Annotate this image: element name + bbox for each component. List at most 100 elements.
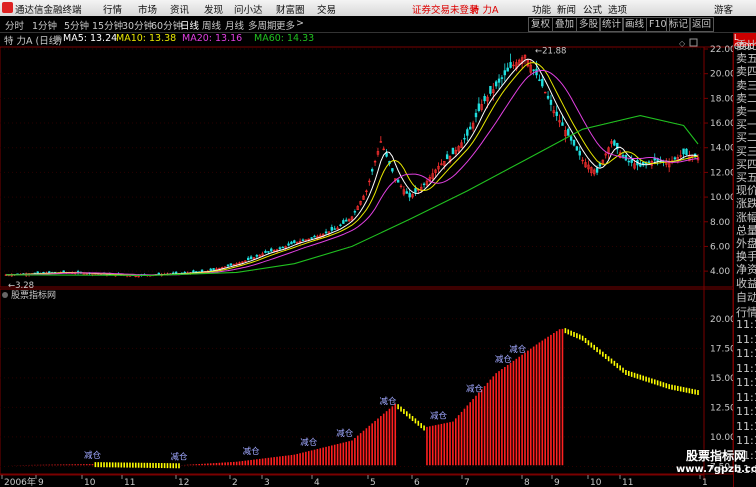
candle-body bbox=[301, 239, 305, 241]
time-axis-label: 12 bbox=[178, 478, 189, 487]
reduce-position-label: 减仓 bbox=[380, 396, 398, 407]
candle-body bbox=[682, 148, 685, 155]
candle-body bbox=[290, 241, 293, 245]
candle-body bbox=[212, 268, 215, 270]
price-tick-label: 16.00 bbox=[710, 119, 733, 129]
maximize-icon bbox=[689, 38, 698, 47]
candle-body bbox=[541, 78, 544, 87]
price-tick-label: 20.00 bbox=[710, 70, 733, 80]
candle-body bbox=[489, 85, 492, 94]
candle-body bbox=[264, 250, 267, 253]
candle-body bbox=[503, 70, 507, 76]
candle-body bbox=[226, 264, 230, 267]
candle-body bbox=[333, 228, 336, 230]
candle-body bbox=[506, 67, 509, 72]
candle-body bbox=[287, 243, 290, 246]
low-price-annotation: ←3.28 bbox=[8, 281, 34, 291]
reduce-position-label: 减仓 bbox=[509, 344, 527, 355]
reduce-position-label: 减仓 bbox=[336, 428, 354, 439]
candle-body bbox=[549, 99, 553, 105]
candle-body bbox=[267, 251, 270, 253]
reduce-position-label: 减仓 bbox=[170, 451, 188, 462]
candle-body bbox=[229, 263, 233, 266]
candle-body bbox=[483, 95, 486, 102]
side-panel-tick: 11:1 bbox=[736, 405, 756, 418]
reduce-position-label: 减仓 bbox=[466, 383, 484, 394]
candle-body bbox=[673, 157, 677, 160]
candle-body bbox=[391, 168, 394, 172]
time-axis-label: 10 bbox=[590, 478, 602, 487]
candle-body bbox=[339, 224, 342, 227]
candle-body bbox=[270, 248, 273, 252]
candle-body bbox=[278, 247, 282, 250]
candle-body bbox=[255, 255, 259, 257]
indicator-toggle-icon bbox=[2, 292, 8, 298]
indicator-tick-label: 10.00 bbox=[710, 433, 733, 443]
candle-body bbox=[627, 160, 631, 163]
candle-body bbox=[385, 152, 388, 157]
price-tick-label: 18.00 bbox=[710, 94, 733, 104]
zoom-icon: ◇ bbox=[679, 39, 686, 48]
reduce-position-label: 减仓 bbox=[243, 446, 261, 457]
main-panel-frame bbox=[0, 46, 733, 288]
side-panel-tick: 11:1 bbox=[736, 318, 756, 331]
candle-body bbox=[685, 148, 688, 155]
side-panel-tick: 11:1 bbox=[736, 419, 756, 433]
candle-body bbox=[621, 155, 625, 157]
candle-body bbox=[494, 81, 498, 87]
indicator-tick-label: 12.50 bbox=[710, 403, 733, 413]
candle-body bbox=[370, 169, 374, 172]
candle-body bbox=[630, 159, 633, 163]
candle-body bbox=[345, 219, 348, 222]
candle-body bbox=[639, 164, 642, 167]
candle-body bbox=[497, 78, 501, 83]
reduce-position-label: 减仓 bbox=[495, 354, 513, 365]
candle-body bbox=[500, 77, 504, 79]
candle-body bbox=[414, 188, 417, 193]
candle-body bbox=[532, 69, 535, 71]
side-panel-tick: 11:1 bbox=[736, 332, 756, 346]
candle-body bbox=[474, 112, 478, 118]
candle-body bbox=[647, 161, 651, 163]
indicator-tick-label: 15.00 bbox=[710, 374, 733, 384]
indicator-title: 股票指标网 bbox=[11, 289, 56, 301]
side-panel-tick: 11:1 bbox=[736, 361, 756, 375]
price-tick-label: 10.00 bbox=[710, 193, 733, 203]
candle-body bbox=[538, 79, 541, 81]
time-axis-label: 8 bbox=[524, 478, 530, 487]
candle-body bbox=[546, 95, 550, 99]
indicator-bars bbox=[8, 328, 699, 469]
candle-body bbox=[567, 128, 570, 136]
candle-body bbox=[293, 240, 296, 244]
candle-body bbox=[353, 211, 357, 213]
candle-body bbox=[342, 220, 345, 224]
price-tick-label: 6.00 bbox=[710, 242, 730, 252]
candle-body bbox=[469, 126, 472, 130]
indicator-tick-label: 17.50 bbox=[710, 344, 733, 354]
candle-body bbox=[477, 103, 481, 112]
ma60-line bbox=[5, 115, 699, 276]
ma5-line bbox=[6, 58, 699, 276]
time-axis-label: 2 bbox=[232, 478, 238, 487]
candle-body bbox=[595, 167, 599, 173]
reduce-position-label: 减仓 bbox=[430, 411, 448, 422]
high-price-annotation: ←21.88 bbox=[535, 46, 566, 56]
candle-body bbox=[569, 136, 573, 141]
candle-body bbox=[405, 191, 408, 194]
time-axis-label: 10 bbox=[84, 478, 96, 487]
watermark-url: www.7gpzb.com bbox=[676, 464, 756, 475]
time-axis-label: 7 bbox=[464, 478, 470, 487]
price-tick-label: 14.00 bbox=[710, 144, 733, 154]
candle-body bbox=[313, 235, 316, 238]
kline-chart[interactable]: 22.0020.0018.0016.0014.0012.0010.008.006… bbox=[0, 0, 733, 487]
candle-body bbox=[451, 147, 455, 155]
price-tick-label: 8.00 bbox=[710, 218, 730, 228]
candle-body bbox=[613, 140, 616, 146]
candle-body bbox=[572, 139, 576, 146]
candle-body bbox=[575, 146, 579, 151]
candle-body bbox=[281, 246, 284, 249]
candle-body bbox=[509, 62, 512, 68]
side-panel-tick: 11:1 bbox=[736, 347, 756, 360]
indicator-tick-label: 20.00 bbox=[710, 315, 733, 325]
time-axis-label: 6 bbox=[414, 478, 420, 487]
